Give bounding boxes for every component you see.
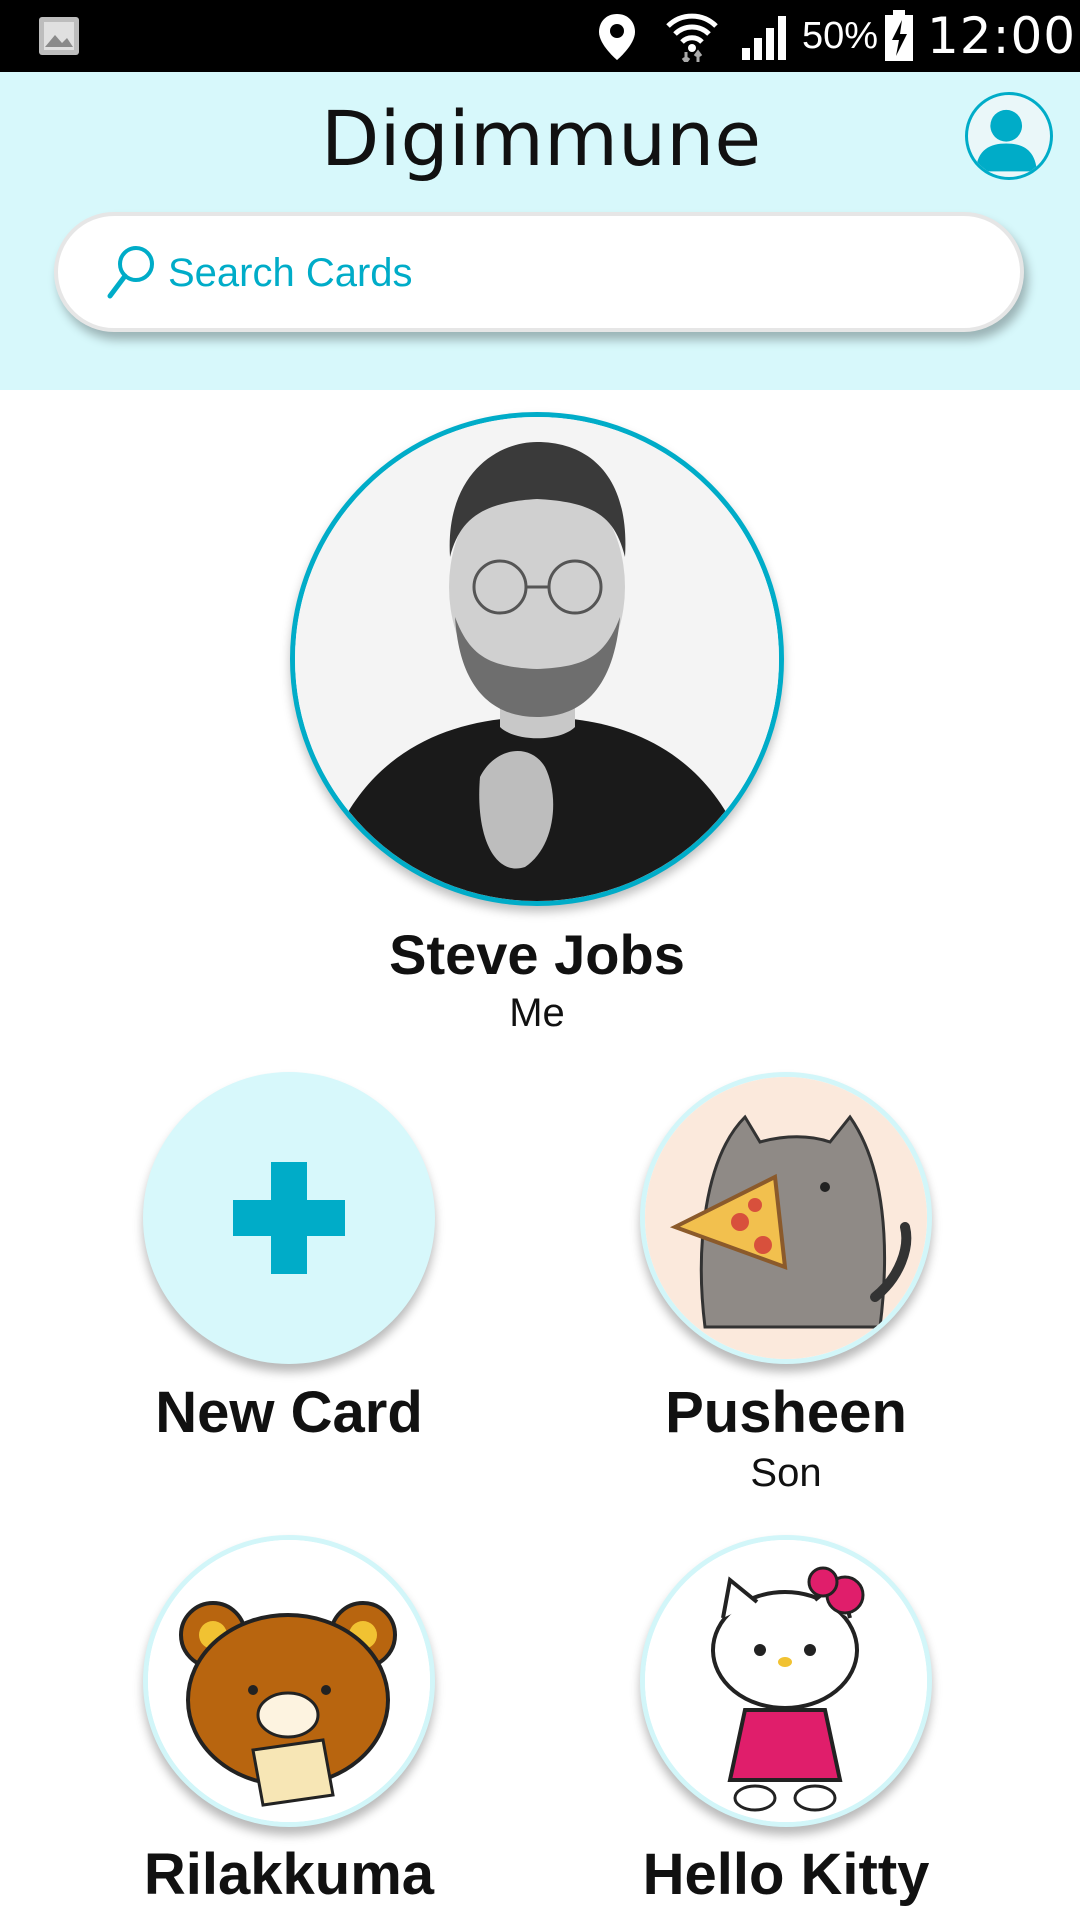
wifi-icon <box>666 13 718 62</box>
primary-card-photo[interactable] <box>290 412 784 906</box>
card-photo-pusheen[interactable] <box>640 1072 932 1364</box>
search-input[interactable] <box>166 236 966 310</box>
clock: 12:00 <box>927 7 1077 65</box>
card-photo-hello-kitty[interactable] <box>640 1535 932 1827</box>
card-name: Rilakkuma <box>143 1842 435 1907</box>
primary-card-relation: Me <box>509 991 565 1035</box>
search-icon <box>107 246 154 299</box>
portrait-image <box>295 417 779 901</box>
card-name: Pusheen <box>665 1380 907 1445</box>
location-icon <box>599 14 635 60</box>
primary-card-name: Steve Jobs <box>389 923 685 986</box>
new-card-button[interactable] <box>143 1072 435 1364</box>
search-bar[interactable] <box>54 212 1024 332</box>
card-name: New Card <box>155 1380 423 1445</box>
gallery-notification-icon <box>39 17 79 55</box>
app-header: Digimmune <box>0 72 1080 390</box>
app-logo: Digimmune <box>321 88 761 188</box>
card-relation: Son <box>750 1451 822 1495</box>
battery-charging-icon <box>885 10 913 61</box>
status-bar: 50% 12:00 <box>0 0 1080 72</box>
user-icon <box>975 109 1037 172</box>
rilakkuma-image <box>148 1540 430 1822</box>
signal-icon <box>742 16 786 60</box>
logo-text: Digimmune <box>320 93 762 183</box>
plus-icon <box>233 1162 345 1274</box>
card-photo-rilakkuma[interactable] <box>143 1535 435 1827</box>
profile-button[interactable] <box>965 92 1053 180</box>
battery-percent: 50% <box>802 15 879 57</box>
pusheen-image <box>645 1077 927 1359</box>
hello-kitty-image <box>645 1540 927 1822</box>
card-name: Hello Kitty <box>642 1842 930 1907</box>
